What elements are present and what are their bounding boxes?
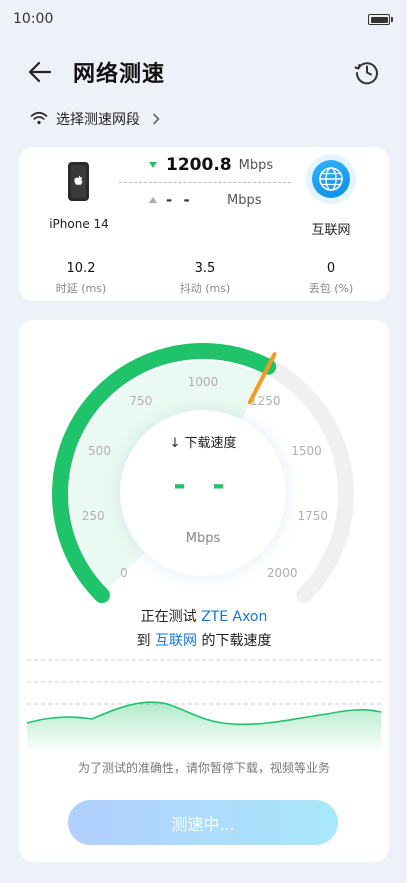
status-bar: 10:00	[0, 0, 407, 40]
upload-unit: Mbps	[227, 193, 262, 208]
jitter-label: 抖动 (ms)	[179, 282, 231, 295]
jitter-metric: 3.5 抖动 (ms)	[155, 261, 255, 296]
testing-network: 互联网	[155, 633, 197, 649]
gauge-unit: Mbps	[185, 531, 221, 546]
gauge-value: - -	[173, 468, 233, 503]
device-name: iPhone 14	[49, 217, 109, 231]
page-title: 网络测速	[73, 62, 166, 87]
upload-value: - -	[166, 191, 193, 209]
latency-value: 10.2	[66, 261, 96, 276]
network-name: 互联网	[311, 223, 351, 238]
divider	[119, 182, 291, 183]
packet-loss-label: 丢包 (%)	[308, 282, 354, 295]
download-value: 1200.8	[166, 155, 232, 175]
chevron-right-icon	[152, 110, 160, 129]
gauge-tick-label: 750	[129, 394, 152, 408]
gauge-tick-label: 0	[120, 566, 128, 580]
download-arrow-icon	[149, 162, 157, 168]
status-time: 10:00	[13, 11, 54, 27]
apple-logo-icon	[73, 175, 84, 186]
gauge-tick-label: 250	[82, 509, 105, 523]
testing-target: ZTE Axon	[201, 609, 268, 625]
upload-arrow-icon	[149, 197, 157, 203]
packet-loss-metric: 0 丢包 (%)	[281, 261, 381, 296]
gauge-tick-label: 1750	[298, 509, 329, 523]
wave-area	[27, 702, 381, 751]
gauge-tick-label: 500	[88, 444, 111, 458]
testing-prefix: 正在测试	[140, 609, 197, 625]
speed-wave-chart	[27, 659, 381, 751]
tip-text: 为了测试的准确性，请你暂停下载，视频等业务	[77, 761, 330, 775]
testing-button[interactable]: 测速中...	[68, 800, 338, 845]
gauge-tick-label: 1000	[188, 375, 219, 389]
gauge-title: ↓ 下载速度	[169, 436, 237, 451]
iphone-icon	[68, 162, 89, 201]
gauge-tick-label: 1500	[291, 444, 322, 458]
testing-line-1: 正在测试 ZTE Axon	[19, 606, 389, 626]
testing-suffix: 的下载速度	[201, 633, 272, 649]
wifi-icon	[30, 110, 48, 129]
testing-to: 到	[136, 633, 151, 649]
header: 网络测速	[0, 50, 407, 94]
latency-label: 时延 (ms)	[55, 282, 107, 295]
select-segment-row[interactable]: 选择测速网段	[30, 106, 160, 132]
packet-loss-value: 0	[326, 261, 336, 276]
battery-full-icon	[368, 14, 390, 25]
globe-icon	[306, 154, 356, 204]
gauge-tick-label: 2000	[267, 566, 298, 580]
summary-card: iPhone 14 1200.8 Mbps - - Mbps 互联网 10.2 …	[19, 147, 389, 301]
download-speed: 1200.8 Mbps	[149, 155, 273, 175]
latency-metric: 10.2 时延 (ms)	[31, 261, 131, 296]
battery-tip	[391, 17, 393, 22]
gauge-center: ↓ 下载速度 - - Mbps	[120, 410, 286, 576]
download-unit: Mbps	[238, 157, 274, 173]
testing-line-2: 到 互联网 的下载速度	[19, 630, 389, 650]
jitter-value: 3.5	[194, 261, 216, 276]
back-arrow-icon[interactable]	[26, 58, 54, 86]
speed-test-card: 0 250 500 750 1000 1250 1500 1750 2000 ↓ 下载速度 - …	[19, 320, 389, 862]
segment-label: 选择测速网段	[56, 112, 140, 128]
history-icon[interactable]	[353, 58, 381, 86]
upload-speed: - -	[149, 191, 193, 209]
